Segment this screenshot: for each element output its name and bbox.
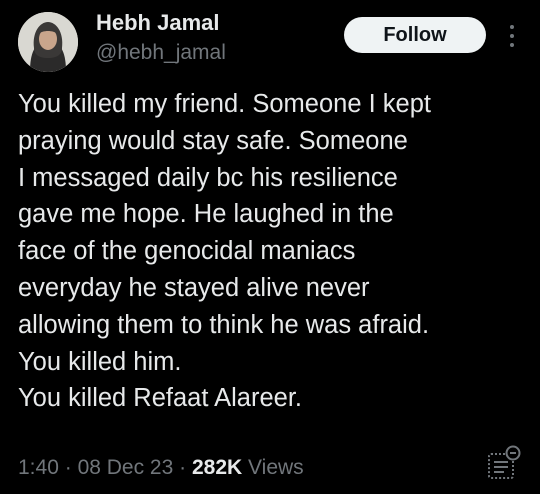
tweet-line: You killed him. [18, 347, 182, 376]
views-label: Views [248, 456, 304, 479]
meta-separator: · [179, 456, 187, 479]
tweet-line: I messaged daily bc his resilience [18, 163, 398, 192]
tweet-line: face of the genocidal maniacs [18, 237, 356, 266]
tweet-line: gave me hope. He laughed in the [18, 200, 394, 229]
meta-separator: · [64, 456, 72, 479]
analytics-icon[interactable] [486, 444, 522, 482]
author-name[interactable]: Hebh Jamal [96, 10, 220, 36]
views-count: 282K [191, 456, 243, 479]
tweet-text: You killed my friend. Someone I kept pra… [18, 86, 534, 417]
avatar[interactable] [18, 12, 78, 72]
more-icon[interactable] [502, 20, 522, 52]
tweet-line: You killed Refaat Alareer. [18, 384, 302, 413]
tweet-meta: 1:40 · 08 Dec 23 · 282K Views [18, 456, 304, 480]
tweet-line: allowing them to think he was afraid. [18, 310, 430, 339]
author-handle[interactable]: @hebh_jamal [96, 41, 226, 65]
tweet-time[interactable]: 1:40 [18, 456, 59, 479]
analytics-icon-graphic [488, 445, 521, 479]
tweet-line: everyday he stayed alive never [18, 273, 370, 302]
tweet-date[interactable]: 08 Dec 23 [78, 456, 174, 479]
follow-button[interactable]: Follow [344, 17, 486, 53]
more-dot [510, 43, 514, 47]
tweet-line: praying would stay safe. Someone [18, 126, 408, 155]
more-dot [510, 25, 514, 29]
more-dot [510, 34, 514, 38]
tweet-header: Hebh Jamal @hebh_jamal Follow [0, 0, 540, 84]
tweet-line: You killed my friend. Someone I kept [18, 90, 431, 118]
avatar-image [18, 12, 78, 72]
